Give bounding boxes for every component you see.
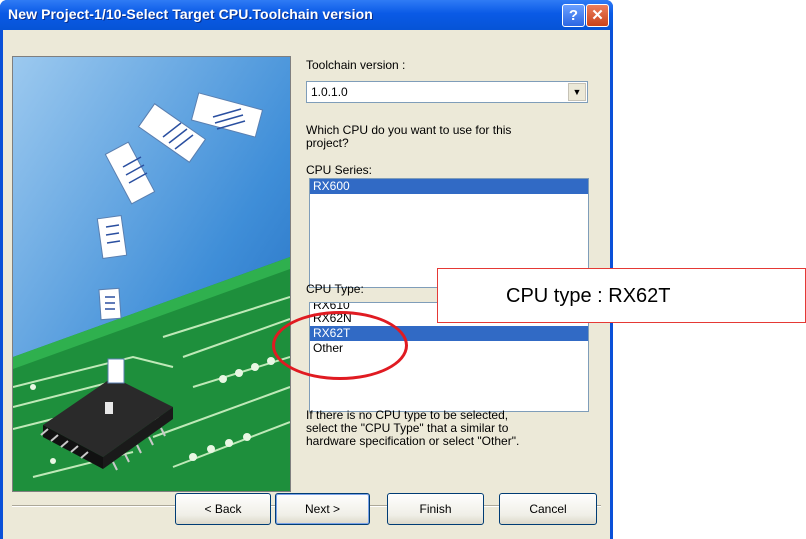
toolchain-version-combobox[interactable]: 1.0.1.0 ▼: [306, 81, 588, 103]
hint-line1: If there is no CPU type to be selected,: [306, 408, 509, 422]
help-icon[interactable]: ?: [562, 4, 585, 27]
back-button[interactable]: < Back: [175, 493, 271, 525]
hint-line3: hardware specification or select "Other"…: [306, 434, 520, 448]
chip-documents-illustration: [13, 57, 290, 491]
close-icon[interactable]: ✕: [586, 4, 609, 27]
toolchain-version-label: Toolchain version :: [306, 58, 406, 72]
window-title: New Project-1/10-Select Target CPU.Toolc…: [8, 6, 373, 22]
next-button[interactable]: Next >: [275, 493, 370, 525]
annotation-callout-text: CPU type : RX62T: [506, 285, 671, 307]
toolchain-version-value: 1.0.1.0: [311, 85, 348, 99]
highlight-ellipse: [272, 311, 408, 380]
finish-button[interactable]: Finish: [387, 493, 484, 525]
cpu-question-line2: project?: [306, 136, 349, 150]
wizard-illustration: [12, 56, 291, 492]
cpu-series-label: CPU Series:: [306, 163, 373, 177]
cpu-type-label: CPU Type:: [306, 282, 364, 296]
annotation-callout: CPU type : RX62T: [437, 268, 806, 323]
dropdown-arrow-icon[interactable]: ▼: [568, 83, 586, 101]
hint-line2: select the "CPU Type" that a similar to: [306, 421, 509, 435]
cpu-question-line1: Which CPU do you want to use for this: [306, 123, 512, 137]
cpu-series-item[interactable]: RX600: [310, 179, 588, 194]
title-bar[interactable]: New Project-1/10-Select Target CPU.Toolc…: [0, 0, 613, 30]
cancel-button[interactable]: Cancel: [499, 493, 597, 525]
